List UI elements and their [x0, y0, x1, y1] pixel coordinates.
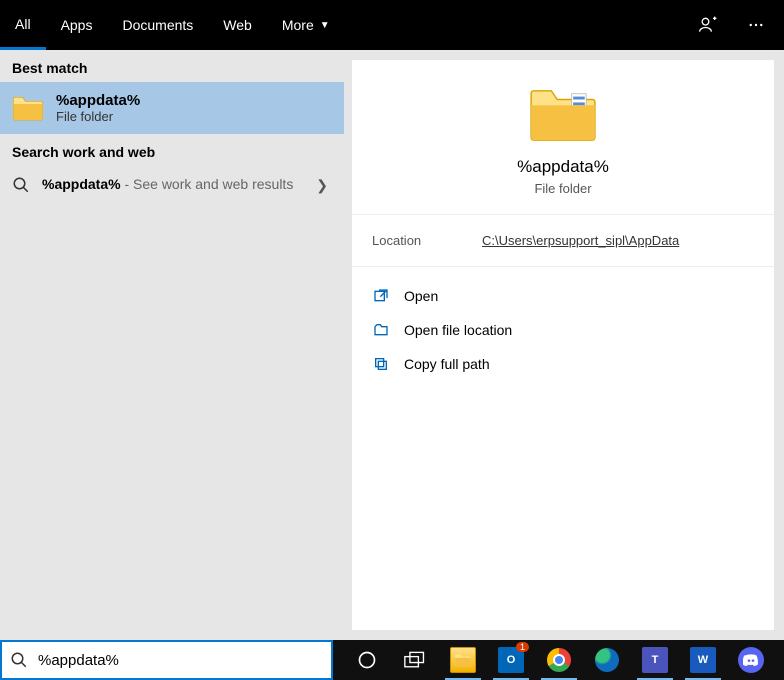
- tab-label: More: [282, 17, 314, 33]
- best-match-header: Best match: [0, 50, 344, 82]
- preview-column: %appdata% File folder Location C:\Users\…: [344, 50, 784, 640]
- word-icon: W: [690, 647, 716, 673]
- edge-icon: [595, 648, 619, 672]
- tab-label: All: [15, 16, 31, 32]
- preview-header: %appdata% File folder: [352, 60, 774, 215]
- location-label: Location: [372, 233, 482, 248]
- chevron-right-icon: ❯: [316, 177, 328, 194]
- taskbar-edge[interactable]: [585, 640, 629, 680]
- tab-apps[interactable]: Apps: [46, 0, 108, 50]
- file-explorer-icon: [450, 647, 476, 673]
- results-left-column: Best match %appdata% File folder Search …: [0, 50, 344, 640]
- search-input[interactable]: [38, 652, 323, 669]
- web-result-suffix: - See work and web results: [121, 176, 294, 192]
- feedback-icon[interactable]: [688, 5, 728, 45]
- preview-location-row: Location C:\Users\erpsupport_sipl\AppDat…: [352, 215, 774, 267]
- more-options-icon[interactable]: [736, 5, 776, 45]
- folder-icon: [12, 94, 44, 122]
- action-label: Open file location: [404, 322, 512, 338]
- folder-open-icon: [372, 321, 390, 339]
- search-web-header: Search work and web: [0, 134, 344, 166]
- best-match-title: %appdata%: [56, 92, 140, 109]
- search-box[interactable]: [0, 640, 333, 680]
- action-copy-full-path[interactable]: Copy full path: [372, 347, 754, 381]
- task-view-button[interactable]: [393, 640, 437, 680]
- preview-subtitle: File folder: [534, 181, 591, 196]
- tab-documents[interactable]: Documents: [107, 0, 208, 50]
- teams-icon: T: [642, 647, 668, 673]
- search-icon: [12, 176, 30, 194]
- taskbar-word[interactable]: W: [681, 640, 725, 680]
- taskbar-file-explorer[interactable]: [441, 640, 485, 680]
- taskbar: O 1 T W: [333, 640, 784, 680]
- cortana-button[interactable]: [345, 640, 389, 680]
- copy-icon: [372, 355, 390, 373]
- taskbar-outlook[interactable]: O 1: [489, 640, 533, 680]
- tab-all[interactable]: All: [0, 0, 46, 50]
- chrome-icon: [547, 648, 571, 672]
- best-match-result[interactable]: %appdata% File folder: [0, 82, 344, 134]
- action-label: Open: [404, 288, 438, 304]
- tab-web[interactable]: Web: [208, 0, 267, 50]
- web-result-query: %appdata%: [42, 176, 121, 192]
- tab-label: Web: [223, 17, 252, 33]
- open-icon: [372, 287, 390, 305]
- search-icon: [10, 651, 28, 669]
- preview-actions: Open Open file location Copy full path: [352, 267, 774, 393]
- folder-icon: [528, 85, 598, 143]
- location-path-link[interactable]: C:\Users\erpsupport_sipl\AppData: [482, 233, 679, 248]
- outlook-badge: 1: [516, 642, 529, 652]
- action-open-file-location[interactable]: Open file location: [372, 313, 754, 347]
- action-open[interactable]: Open: [372, 279, 754, 313]
- best-match-subtitle: File folder: [56, 109, 140, 124]
- tab-label: Documents: [122, 17, 193, 33]
- preview-title: %appdata%: [517, 157, 609, 177]
- taskbar-discord[interactable]: [729, 640, 773, 680]
- taskbar-chrome[interactable]: [537, 640, 581, 680]
- search-tabs-bar: All Apps Documents Web More ▼: [0, 0, 784, 50]
- bottom-strip: O 1 T W: [0, 640, 784, 680]
- discord-icon: [738, 647, 764, 673]
- taskbar-teams[interactable]: T: [633, 640, 677, 680]
- search-results-area: Best match %appdata% File folder Search …: [0, 50, 784, 640]
- chevron-down-icon: ▼: [320, 20, 330, 31]
- tab-more[interactable]: More ▼: [267, 0, 345, 50]
- web-result-row[interactable]: %appdata% - See work and web results ❯: [0, 166, 344, 204]
- preview-card: %appdata% File folder Location C:\Users\…: [352, 60, 774, 630]
- tab-label: Apps: [61, 17, 93, 33]
- action-label: Copy full path: [404, 356, 490, 372]
